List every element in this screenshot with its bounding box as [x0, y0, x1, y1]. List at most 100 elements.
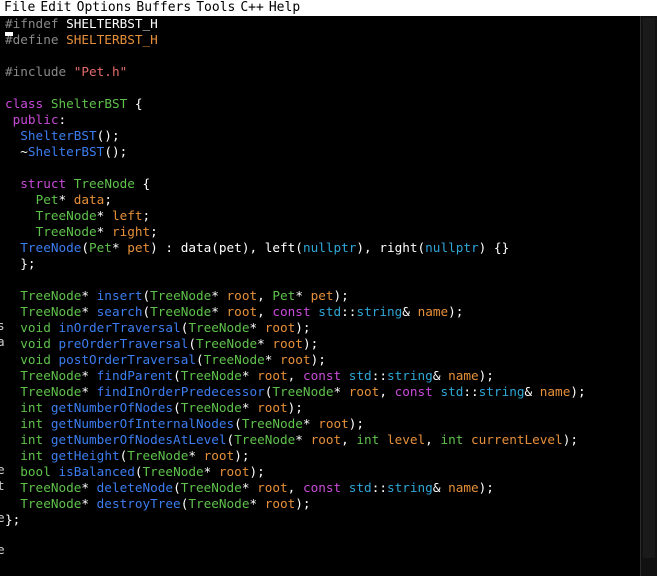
code-token: ); — [302, 336, 319, 351]
code-token: TreeNode — [241, 416, 303, 431]
code-token: TreeNode — [35, 208, 97, 223]
vertical-scrollbar[interactable] — [640, 16, 657, 576]
code-token: , — [287, 480, 303, 495]
code-token: , — [287, 368, 303, 383]
code-token: ); — [478, 480, 494, 495]
code-token: #ifndef — [5, 16, 67, 31]
code-token: TreeNode — [234, 432, 296, 447]
scrollbar-thumb[interactable] — [643, 18, 655, 558]
code-token: int — [440, 432, 472, 447]
menu-item-file[interactable]: File — [4, 0, 35, 16]
code-token: root — [272, 336, 303, 351]
code-token: :: — [371, 480, 387, 495]
code-token: * — [333, 384, 349, 399]
code-token: #include — [5, 64, 74, 79]
clipped-edge-char: e — [0, 542, 5, 557]
code-token: ~ — [5, 144, 28, 159]
code-token: ( — [142, 304, 151, 319]
code-token: * — [111, 240, 128, 255]
code-line: int getHeight(TreeNode* root); — [5, 448, 249, 464]
code-token: TreeNode — [272, 384, 334, 399]
menu-item-buffers[interactable]: Buffers — [136, 0, 191, 16]
code-token: root — [203, 448, 235, 463]
code-token: & — [432, 480, 449, 495]
code-token: ); — [562, 432, 578, 447]
code-token: nullptr — [425, 240, 479, 255]
code-editor[interactable]: #ifndef SHELTERBST_H #define SHELTERBST_H… — [0, 16, 640, 576]
code-line: void postOrderTraversal(TreeNode* root); — [5, 352, 326, 368]
code-token: { — [134, 176, 151, 191]
code-token: :: — [463, 384, 479, 399]
code-token: ); — [570, 384, 586, 399]
code-token: ) : data(pet), left( — [150, 240, 303, 255]
code-token: ); — [249, 464, 265, 479]
code-token: TreeNode — [20, 384, 82, 399]
menu-item-tools[interactable]: Tools — [196, 0, 235, 16]
code-line: #define SHELTERBST_H — [5, 32, 158, 48]
code-token: ); — [310, 352, 326, 367]
code-token: * — [96, 224, 112, 239]
code-token: getNumberOfNodesAtLevel — [50, 432, 227, 447]
code-token: * — [302, 416, 319, 431]
code-token: preOrderTraversal — [58, 336, 189, 351]
code-token: * — [295, 288, 311, 303]
code-token: public — [5, 112, 59, 127]
code-token: ; — [150, 224, 158, 239]
code-token: int — [20, 416, 51, 431]
code-token: root — [226, 288, 258, 303]
code-token: bool — [20, 464, 59, 479]
code-line: }; — [5, 256, 36, 272]
code-token: "Pet.h" — [73, 64, 128, 79]
code-token: string — [478, 384, 525, 399]
code-token: root — [257, 480, 288, 495]
code-token: string — [356, 304, 403, 319]
code-line: }; — [5, 512, 20, 528]
code-token: const — [394, 384, 441, 399]
code-token: }; — [5, 256, 36, 271]
code-token: TreeNode — [20, 496, 82, 511]
code-token: int — [20, 448, 51, 463]
code-token: SHELTERBST_H — [66, 32, 158, 47]
code-token: currentLevel — [471, 432, 563, 447]
code-token: findParent — [96, 368, 174, 383]
code-token: SHELTERBST_H — [66, 16, 158, 31]
menu-item-options[interactable]: Options — [77, 0, 132, 16]
code-token: * — [211, 288, 227, 303]
code-token: name — [417, 304, 449, 319]
code-token: #define — [5, 32, 67, 47]
menu-bar: File Edit Options Buffers Tools C++ Help — [0, 0, 657, 16]
code-token: , — [341, 432, 357, 447]
code-token: insert — [96, 288, 143, 303]
code-token: TreeNode — [20, 304, 82, 319]
code-token: * — [81, 384, 97, 399]
menu-item-c[interactable]: C++ — [240, 0, 263, 16]
code-token: TreeNode — [150, 304, 212, 319]
code-token: name — [448, 480, 479, 495]
code-token: TreeNode — [20, 240, 82, 255]
code-token: root — [310, 432, 342, 447]
code-token: Pet — [35, 192, 59, 207]
code-token: * — [81, 288, 97, 303]
code-line: TreeNode* left; — [5, 208, 151, 224]
code-token: void — [20, 336, 59, 351]
code-token: ShelterBST — [27, 144, 105, 159]
code-token: pet — [310, 288, 334, 303]
clipped-edge-char: a — [0, 334, 5, 349]
code-token: * — [249, 496, 265, 511]
menu-item-help[interactable]: Help — [269, 0, 300, 16]
code-token: * — [241, 400, 258, 415]
menu-item-edit[interactable]: Edit — [40, 0, 71, 16]
code-token: ); — [448, 304, 464, 319]
